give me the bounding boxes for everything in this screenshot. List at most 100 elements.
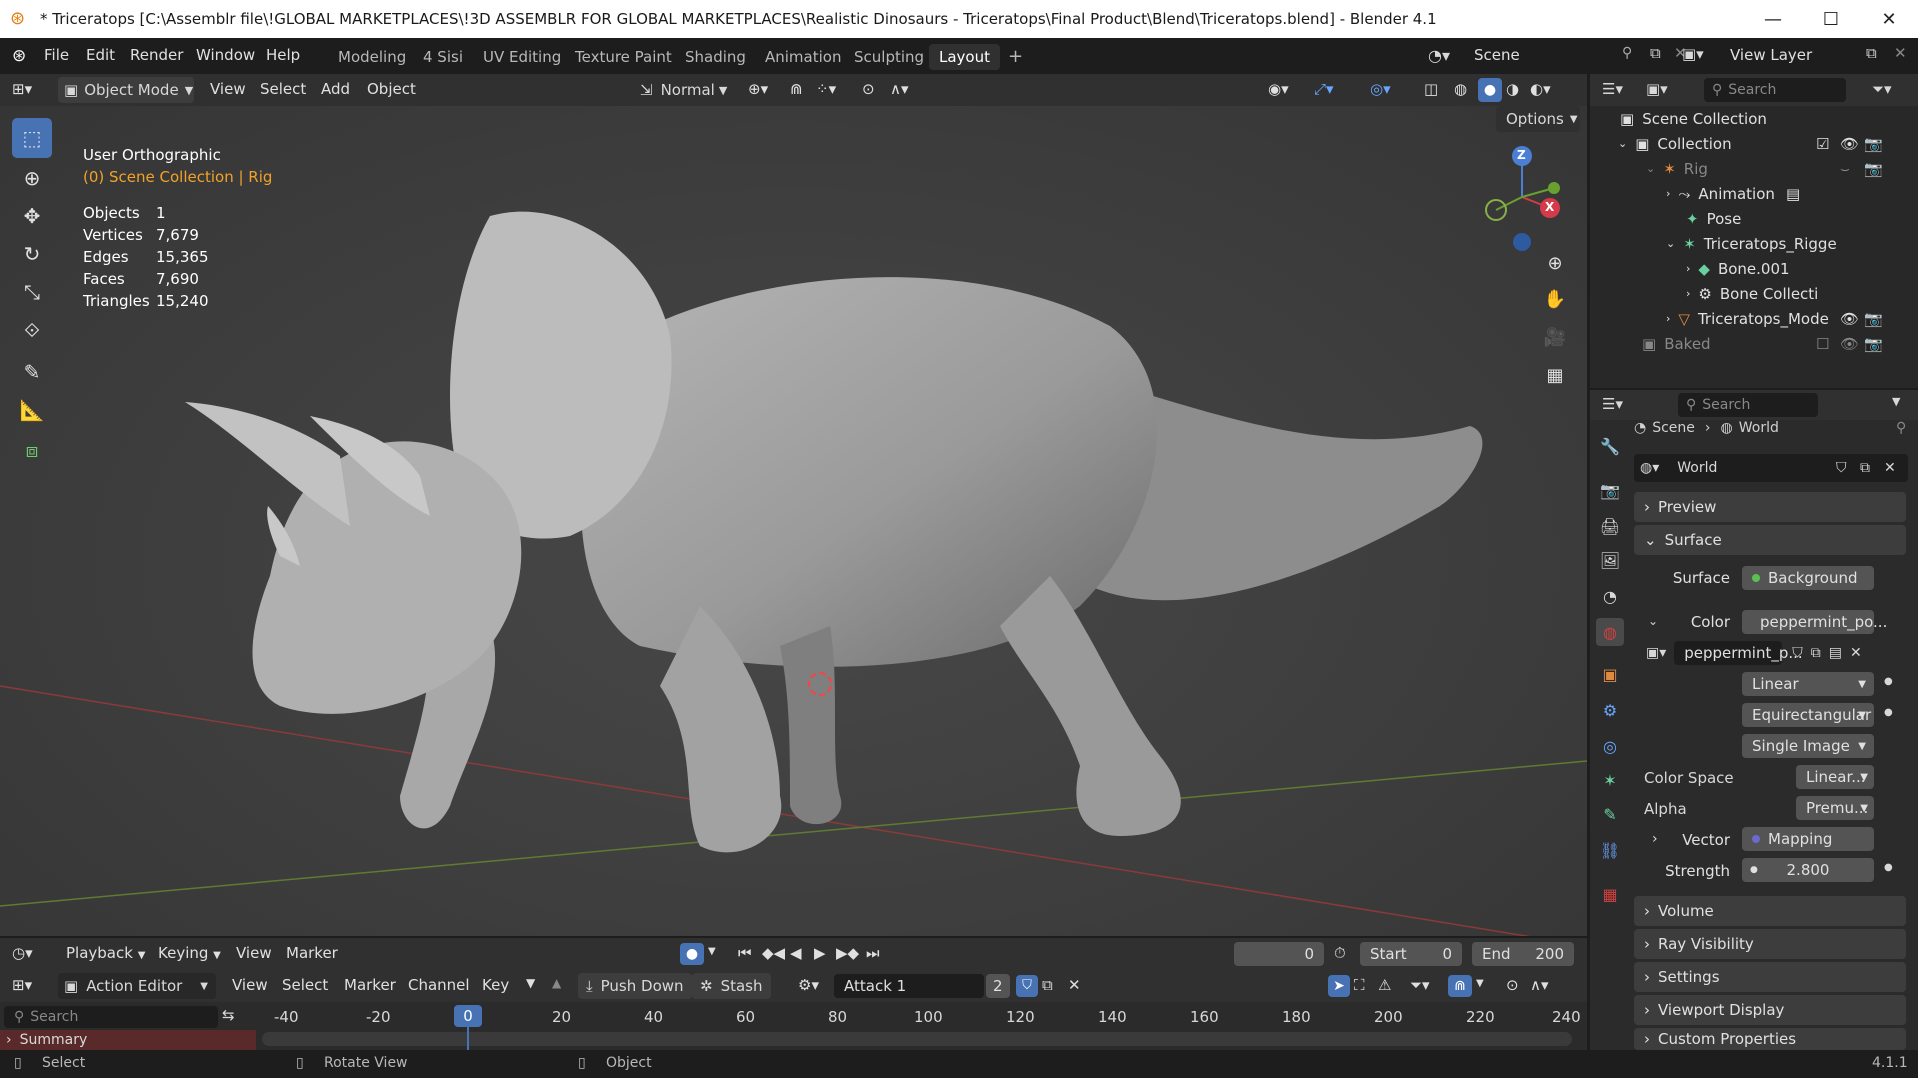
3d-viewport[interactable]: ⬚ ⊕ ✥ ↻ ⤡ ⟐ ✎ 📐 ⧈ ▣▣▣▣▣ User Orthographi… <box>0 106 1587 936</box>
tab-view-layer[interactable]: 🖼 <box>1596 546 1624 574</box>
color-space-dropdown[interactable]: Linear... ▼ <box>1796 765 1874 789</box>
menu-file[interactable]: File <box>44 46 69 64</box>
tab-4-sisi[interactable]: 4 Sisi <box>413 44 473 70</box>
action-browse-icon[interactable]: ⚙▾ <box>798 976 819 994</box>
outliner-row-bone-001[interactable]: › ◆ Bone.001 <box>1590 256 1918 281</box>
camera-icon[interactable]: 📷 <box>1864 310 1883 328</box>
triceratops-model[interactable] <box>0 106 1587 936</box>
cursor-tool[interactable]: ⊕ <box>12 158 52 198</box>
panel-settings[interactable]: › Settings <box>1634 962 1906 992</box>
summary-channel[interactable]: › Summary <box>0 1030 256 1050</box>
swap-icon[interactable]: ⇆ <box>222 1006 235 1024</box>
push-down-arrow-icon[interactable]: ▼ <box>526 976 535 990</box>
menu-playback[interactable]: Playback ▼ <box>66 944 145 962</box>
material-shading-icon[interactable]: ◑ <box>1506 80 1519 98</box>
proportional-edit-icon[interactable]: ⊙ <box>862 80 875 98</box>
outliner-row-bone-collection[interactable]: › ⚙ Bone Collecti <box>1590 281 1918 306</box>
camera-icon[interactable]: 📷 <box>1864 135 1883 153</box>
menu-marker[interactable]: Marker <box>344 976 396 994</box>
checkbox-icon[interactable]: ☑ <box>1816 135 1829 153</box>
outliner-row-scene-collection[interactable]: ▣ Scene Collection <box>1590 106 1918 131</box>
tab-modifiers[interactable]: ⚙ <box>1596 696 1624 724</box>
dopesheet-area[interactable]: ⚲ Search ⇆ › Summary <box>0 1002 1587 1050</box>
tab-texture-paint[interactable]: Texture Paint <box>565 44 682 70</box>
camera-icon[interactable]: 📷 <box>1864 160 1883 178</box>
falloff-icon[interactable]: ∧▾ <box>1530 976 1549 994</box>
options-button[interactable]: Options ▼ <box>1496 106 1580 132</box>
tab-physics[interactable]: ◎ <box>1596 732 1624 760</box>
ortho-toggle-button[interactable]: ▦ <box>1538 358 1572 392</box>
solid-shading-icon[interactable]: ● <box>1478 78 1502 102</box>
action-name-field[interactable]: Attack 1 <box>834 974 984 998</box>
keyframe-dot-icon[interactable]: ● <box>1884 862 1893 873</box>
strength-input[interactable]: ● 2.800 <box>1742 858 1874 882</box>
world-browse-icon[interactable]: ◍▾ <box>1640 460 1659 476</box>
outliner-search-input[interactable]: ⚲ Search <box>1704 78 1846 102</box>
menu-object[interactable]: Object <box>367 80 416 98</box>
push-down-button[interactable]: ⤓ Push Down <box>578 973 692 999</box>
jump-start-icon[interactable]: ⏮ <box>738 944 752 962</box>
dopesheet-search-input[interactable]: ⚲ Search <box>4 1006 218 1028</box>
current-frame-indicator[interactable]: 0 <box>454 1005 482 1027</box>
minimize-button[interactable]: — <box>1744 0 1802 38</box>
menu-view[interactable]: View <box>232 976 268 994</box>
summary-keyframes-row[interactable] <box>262 1032 1572 1046</box>
panel-custom-properties[interactable]: › Custom Properties <box>1634 1028 1906 1050</box>
tab-uv-editing[interactable]: UV Editing <box>473 44 571 70</box>
menu-key[interactable]: Key <box>482 976 509 994</box>
panel-ray-visibility[interactable]: › Ray Visibility <box>1634 929 1906 959</box>
unlink-icon[interactable]: ✕ <box>1068 976 1081 994</box>
image-browse-icon[interactable]: ▣▾ <box>1646 645 1666 661</box>
xray-icon[interactable]: ◫ <box>1424 80 1438 98</box>
snap-icon[interactable]: ⋒ <box>790 80 803 98</box>
image-datablock[interactable]: ▣▾ peppermint_p... ⛉ ⧉ ▤ ✕ <box>1646 640 1896 666</box>
panel-surface[interactable]: ⌄ Surface <box>1634 525 1906 555</box>
duplicate-icon[interactable]: ⧉ <box>1042 976 1053 994</box>
outliner-row-rig[interactable]: ⌄ ✶ Rig ⌣ 📷 <box>1590 156 1918 181</box>
auto-keying-button[interactable]: ● <box>680 943 704 965</box>
image-name-field[interactable]: peppermint_p... <box>1674 641 1803 665</box>
filter-icon[interactable]: ⏷▾ <box>1410 976 1430 994</box>
menu-keying[interactable]: Keying ▼ <box>158 944 221 962</box>
falloff-icon[interactable]: ∧▾ <box>890 80 909 98</box>
action-users-count[interactable]: 2 <box>986 974 1010 998</box>
outliner-row-triceratops-rigge[interactable]: ⌄ ✶ Triceratops_Rigge <box>1590 231 1918 256</box>
pan-button[interactable]: ✋ <box>1538 282 1572 316</box>
tab-shading[interactable]: Shading <box>675 44 756 70</box>
tab-constraints[interactable]: ⛓ <box>1596 836 1624 864</box>
rendered-shading-icon[interactable]: ◐▾ <box>1530 80 1551 98</box>
pin-icon[interactable]: ⚲ <box>1622 45 1632 61</box>
world-datablock[interactable]: ◍▾ World ⛉ ⧉ ✕ <box>1634 454 1908 482</box>
add-workspace-button[interactable]: + <box>998 42 1033 71</box>
duplicate-icon[interactable]: ⧉ <box>1860 460 1870 476</box>
outliner-row-collection[interactable]: ⌄ ▣ Collection ☑ 👁 📷 <box>1590 131 1918 156</box>
vector-input-field[interactable]: Mapping <box>1742 827 1874 851</box>
only-errors-icon[interactable]: ⚠ <box>1378 976 1391 994</box>
menu-view[interactable]: View <box>236 944 272 962</box>
fake-user-icon[interactable]: ⛉ <box>1016 975 1038 997</box>
tab-tool[interactable]: 🔧 <box>1596 432 1624 460</box>
menu-add[interactable]: Add <box>321 80 350 98</box>
play-icon[interactable]: ▶ <box>814 944 826 962</box>
only-selected-icon[interactable]: ➤ <box>1328 975 1350 997</box>
blender-menu-icon[interactable]: ⊛ <box>12 46 26 66</box>
wireframe-shading-icon[interactable]: ◍ <box>1454 80 1467 98</box>
tab-object-data[interactable]: ✶ <box>1596 766 1624 794</box>
tab-texture[interactable]: ▦ <box>1596 880 1624 908</box>
eye-icon[interactable]: 👁 <box>1840 135 1859 153</box>
maximize-button[interactable]: ☐ <box>1802 0 1860 38</box>
outliner-editor-icon[interactable]: ☰▾ <box>1602 80 1623 98</box>
measure-tool[interactable]: 📐 <box>12 390 52 430</box>
move-tool[interactable]: ✥ <box>12 196 52 236</box>
tab-object[interactable]: ▣ <box>1596 660 1624 688</box>
eye-closed-icon[interactable]: ⌣ <box>1840 160 1850 178</box>
chevron-down-icon[interactable]: ▼ <box>708 946 716 957</box>
panel-volume[interactable]: › Volume <box>1634 896 1906 926</box>
tab-layout[interactable]: Layout <box>929 44 1000 70</box>
menu-select[interactable]: Select <box>260 80 306 98</box>
source-dropdown[interactable]: Single Image ▼ <box>1742 734 1874 758</box>
camera-icon[interactable]: 📷 <box>1864 335 1883 353</box>
close-window-button[interactable]: ✕ <box>1860 0 1918 38</box>
properties-editor-icon[interactable]: ☰▾ <box>1602 395 1623 413</box>
camera-view-button[interactable]: 🎥 <box>1538 320 1572 354</box>
